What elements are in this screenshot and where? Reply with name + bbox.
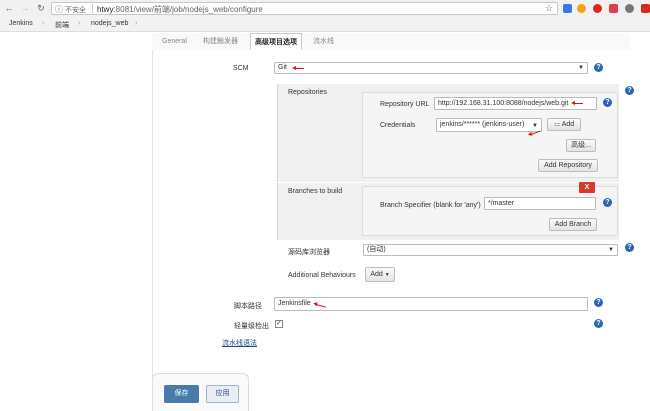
breadcrumb-job[interactable]: nodejs_web [91, 20, 128, 27]
add-branch-button[interactable]: Add Branch [549, 218, 597, 231]
add-credentials-button[interactable]: ⚏ Add [547, 118, 581, 131]
help-icon[interactable]: ? [594, 319, 603, 328]
help-icon[interactable]: ? [603, 98, 612, 107]
pocket-extension-icon[interactable] [609, 4, 618, 13]
help-icon[interactable]: ? [603, 198, 612, 207]
repository-url-label: Repository URL [380, 101, 430, 108]
help-icon[interactable]: ? [594, 63, 603, 72]
save-button[interactable]: 保存 [164, 385, 199, 403]
forward-icon[interactable]: → [20, 3, 30, 13]
breadcrumb-separator-icon: › [42, 20, 45, 27]
lightweight-checkout-label: 轻量级检出 [234, 323, 269, 330]
chevron-down-icon: ▼ [578, 65, 584, 71]
repositories-label: Repositories [288, 89, 327, 96]
back-icon[interactable]: ← [4, 3, 14, 13]
breadcrumb-separator-icon: › [135, 20, 138, 27]
add-behaviour-button[interactable]: Add ▼ [365, 267, 395, 282]
address-bar[interactable]: ⓘ 不安全 htwy:8081/view/前端/job/nodejs_web/c… [51, 2, 558, 15]
pipeline-syntax-link[interactable]: 流水线语法 [222, 338, 257, 348]
add-credentials-label: Add [561, 121, 575, 128]
scm-value: Git [278, 64, 287, 71]
info-icon[interactable]: ⓘ [55, 4, 63, 15]
script-path-input[interactable]: Jenkinsfile [274, 297, 588, 311]
scm-select[interactable]: Git ▼ [274, 62, 588, 74]
reload-icon[interactable]: ↻ [36, 3, 46, 13]
delete-branch-button[interactable]: X [579, 182, 595, 193]
repository-browser-value: (自动) [367, 246, 386, 253]
security-label: 不安全 [65, 7, 86, 14]
tab-build-triggers[interactable]: 构建触发器 [199, 33, 242, 50]
bookmark-star-icon[interactable]: ☆ [545, 3, 553, 14]
extension-gear-icon[interactable] [625, 4, 634, 13]
annotation-arrow [292, 66, 304, 70]
branch-specifier-label: Branch Specifier (blank for 'any') [380, 202, 481, 209]
chevron-down-icon: ▼ [532, 123, 538, 129]
opera-extension-icon[interactable] [593, 4, 602, 13]
tab-advanced-project-options[interactable]: 高级项目选项 [250, 33, 302, 50]
script-path-label: 脚本路径 [234, 303, 262, 310]
help-icon[interactable]: ? [625, 86, 634, 95]
key-icon: ⚏ [553, 121, 561, 128]
scm-label: SCM [233, 65, 249, 72]
additional-behaviours-label: Additional Behaviours [288, 272, 356, 279]
credentials-select[interactable]: jenkins/****** (jenkins-user) ▼ [436, 118, 542, 132]
repository-browser-label: 源码库浏览器 [288, 249, 330, 256]
credentials-label: Credentials [380, 122, 416, 129]
tab-general[interactable]: General [158, 33, 191, 50]
apply-button[interactable]: 应用 [206, 385, 239, 403]
extension-orange-icon[interactable] [577, 4, 586, 13]
help-icon[interactable]: ? [625, 243, 634, 252]
address-separator [92, 4, 93, 13]
branch-specifier-input[interactable]: */master [484, 197, 596, 210]
annotation-arrow [571, 101, 583, 105]
chevron-down-icon: ▼ [384, 272, 390, 278]
url-path: :8081/view/前端/job/nodejs_web/configure [113, 5, 263, 14]
extension-red-icon[interactable] [641, 4, 650, 13]
advanced-button[interactable]: 高级... [566, 139, 596, 152]
chevron-down-icon: ▼ [608, 247, 614, 253]
translate-extension-icon[interactable] [563, 4, 572, 13]
breadcrumb-separator-icon: › [78, 20, 81, 27]
url-text[interactable]: htwy:8081/view/前端/job/nodejs_web/configu… [97, 4, 263, 15]
help-icon[interactable]: ? [594, 298, 603, 307]
branches-label: Branches to build [288, 188, 343, 195]
credentials-value: jenkins/****** (jenkins-user) [440, 121, 525, 128]
lightweight-checkout-checkbox[interactable]: ✓ [275, 320, 283, 328]
add-repository-button[interactable]: Add Repository [538, 159, 598, 172]
repository-browser-select[interactable]: (自动) ▼ [363, 244, 618, 256]
add-behaviour-label: Add [370, 271, 383, 278]
url-host: htwy [97, 5, 114, 14]
tab-pipeline[interactable]: 流水线 [309, 33, 338, 50]
breadcrumb-frontend[interactable]: 前端 [55, 20, 69, 30]
breadcrumb-jenkins[interactable]: Jenkins [9, 20, 33, 27]
